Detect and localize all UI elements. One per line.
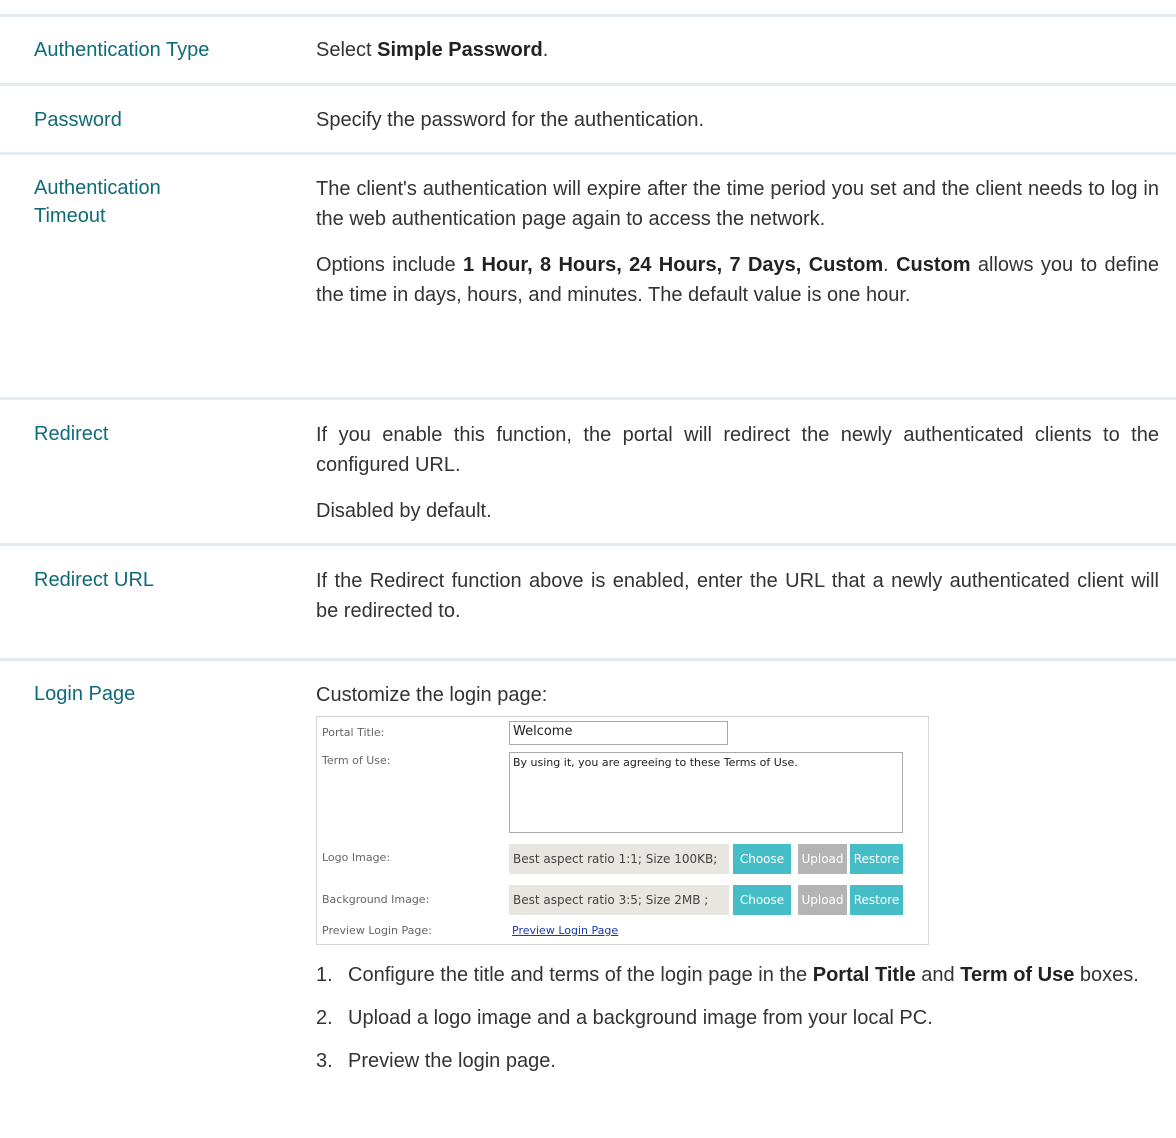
- login-page-settings-panel: Portal Title: Welcome Term of Use: By us…: [316, 716, 929, 945]
- logo-choose-button[interactable]: Choose: [733, 844, 791, 874]
- divider: [0, 14, 1176, 17]
- desc-text: .: [883, 254, 897, 276]
- steps-list: 1. Configure the title and terms of the …: [316, 960, 1159, 1089]
- desc-bold: 1 Hour, 8 Hours, 24 Hours, 7 Days, Custo…: [463, 254, 884, 276]
- background-upload-button[interactable]: Upload: [798, 885, 847, 915]
- desc-authentication-timeout: The client's authentication will expire …: [316, 174, 1159, 310]
- desc-paragraph: If you enable this function, the portal …: [316, 424, 1159, 476]
- desc-paragraph: The client's authentication will expire …: [316, 178, 1159, 230]
- divider: [0, 543, 1176, 546]
- background-restore-button[interactable]: Restore: [850, 885, 903, 915]
- portal-title-input[interactable]: Welcome: [509, 721, 728, 745]
- desc-authentication-type: Select Simple Password.: [316, 35, 1159, 65]
- desc-redirect: If you enable this function, the portal …: [316, 420, 1159, 526]
- term-authentication-type: Authentication Type: [34, 39, 210, 61]
- step-text: Configure the title and terms of the log…: [348, 964, 813, 986]
- background-choose-button[interactable]: Choose: [733, 885, 791, 915]
- list-item: 2. Upload a logo image and a background …: [316, 1003, 1159, 1033]
- list-item: 1. Configure the title and terms of the …: [316, 960, 1159, 990]
- term-line: Authentication: [34, 177, 161, 199]
- step-text: Preview the login page.: [348, 1050, 556, 1072]
- term-login-page: Login Page: [34, 683, 136, 705]
- desc-paragraph: Options include 1 Hour, 8 Hours, 24 Hour…: [316, 250, 1159, 310]
- term-line: Timeout: [34, 205, 106, 227]
- step-text: and: [915, 964, 961, 986]
- logo-image-hint: Best aspect ratio 1:1; Size 100KB;: [509, 844, 729, 874]
- term-redirect-url: Redirect URL: [34, 569, 155, 591]
- desc-paragraph: Customize the login page:: [316, 684, 548, 706]
- divider: [0, 658, 1176, 661]
- term-of-use-label: Term of Use:: [322, 754, 391, 767]
- desc-paragraph: Disabled by default.: [316, 500, 492, 522]
- logo-restore-button[interactable]: Restore: [850, 844, 903, 874]
- background-image-label: Background Image:: [322, 893, 430, 906]
- desc-text: Select: [316, 39, 378, 61]
- term-of-use-textarea[interactable]: By using it, you are agreeing to these T…: [509, 752, 903, 833]
- step-number: 1.: [316, 964, 333, 986]
- preview-login-page-link[interactable]: Preview Login Page: [512, 924, 618, 937]
- logo-upload-button[interactable]: Upload: [798, 844, 847, 874]
- step-text: boxes.: [1074, 964, 1139, 986]
- desc-text: Specify the password for the authenticat…: [316, 109, 705, 131]
- divider: [0, 83, 1176, 86]
- divider: [0, 152, 1176, 155]
- term-authentication-timeout: Authentication Timeout: [34, 174, 161, 230]
- desc-text: .: [542, 39, 549, 61]
- desc-redirect-url: If the Redirect function above is enable…: [316, 566, 1159, 626]
- step-bold: Term of Use: [960, 964, 1075, 986]
- step-number: 2.: [316, 1007, 333, 1029]
- desc-bold: Simple Password: [377, 39, 543, 61]
- divider: [0, 397, 1176, 400]
- step-text: Upload a logo image and a background ima…: [348, 1007, 933, 1029]
- list-item: 3. Preview the login page.: [316, 1046, 1159, 1076]
- background-image-hint: Best aspect ratio 3:5; Size 2MB ;: [509, 885, 729, 915]
- desc-login-page: Customize the login page:: [316, 680, 1159, 710]
- term-password: Password: [34, 109, 122, 131]
- desc-text: Options include: [316, 254, 464, 276]
- portal-title-label: Portal Title:: [322, 726, 385, 739]
- step-bold: Portal Title: [812, 964, 916, 986]
- document-page: Authentication Type Select Simple Passwo…: [0, 0, 1176, 1138]
- desc-password: Specify the password for the authenticat…: [316, 105, 1159, 135]
- step-number: 3.: [316, 1050, 333, 1072]
- term-redirect: Redirect: [34, 423, 109, 445]
- logo-image-label: Logo Image:: [322, 851, 391, 864]
- preview-login-page-label: Preview Login Page:: [322, 924, 432, 937]
- desc-bold: Custom: [896, 254, 971, 276]
- desc-paragraph: If the Redirect function above is enable…: [316, 570, 1159, 622]
